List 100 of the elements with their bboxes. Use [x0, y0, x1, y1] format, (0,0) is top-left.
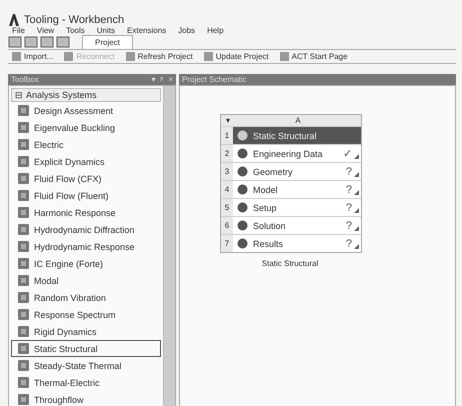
toolbox-item[interactable]: Fluid Flow (Fluent) — [11, 187, 161, 204]
cell-icon — [237, 202, 248, 213]
toolbox-item[interactable]: Hydrodynamic Response — [11, 238, 161, 255]
toolbar-icon — [11, 51, 22, 62]
collapse-toggle[interactable]: ⊟ — [15, 90, 23, 100]
row-number: 2 — [224, 148, 230, 160]
status-mark: ? — [346, 238, 352, 250]
menu-item[interactable]: Extensions — [127, 26, 166, 35]
caret-icon[interactable]: ▾ — [221, 116, 235, 125]
system-icon — [18, 156, 29, 167]
group-label: Analysis Systems — [26, 90, 97, 100]
panel-title: Project Schematic — [182, 75, 246, 84]
system-icon — [18, 309, 29, 320]
toolbar-button[interactable]: ACT Start Page — [276, 50, 351, 63]
cell-icon — [237, 238, 248, 249]
menu-item[interactable]: Tools — [66, 26, 85, 35]
toolbox-item[interactable]: Design Assessment — [11, 102, 161, 119]
system-cell[interactable]: Static Structural — [233, 127, 361, 144]
system-icon — [18, 139, 29, 150]
toolbox-item[interactable]: Thermal-Electric — [11, 374, 161, 391]
system-icon — [18, 326, 29, 337]
row-number: 5 — [224, 202, 230, 214]
toolbar-icon[interactable] — [8, 35, 22, 49]
panel-title: Toolbox — [11, 75, 39, 84]
toolbar-icon — [63, 51, 74, 62]
menu-item[interactable]: Units — [96, 26, 116, 35]
menu-item[interactable]: View — [36, 26, 54, 35]
toolbox-item[interactable]: Rigid Dynamics — [11, 323, 161, 340]
toolbox-item[interactable]: Harmonic Response — [11, 204, 161, 221]
toolbox-item[interactable]: Response Spectrum — [11, 306, 161, 323]
toolbar-button[interactable]: Import... — [8, 50, 56, 63]
toolbox-item[interactable]: Hydrodynamic Diffraction — [11, 221, 161, 238]
system-name: Static Structural — [260, 259, 320, 268]
toolbar-icon — [202, 51, 214, 62]
toolbox-item[interactable]: Throughflow — [11, 391, 161, 406]
row-number: 4 — [224, 184, 230, 196]
system-icon — [18, 207, 29, 218]
system-icon — [18, 224, 29, 235]
logo-icon — [8, 14, 20, 26]
cell-icon — [237, 166, 248, 177]
system-cell[interactable]: Setup ? — [233, 199, 361, 216]
window-title: Tooling - Workbench — [24, 14, 124, 26]
system-icon — [18, 122, 29, 133]
toolbox-item[interactable]: Static Structural — [11, 340, 161, 357]
toolbox-item[interactable]: IC Engine (Forte) — [11, 255, 161, 272]
status-mark: ? — [346, 220, 352, 232]
toolbar-icon[interactable] — [24, 35, 38, 49]
system-cell[interactable]: Engineering Data ✓ — [233, 145, 361, 162]
scrollbar[interactable] — [163, 86, 175, 406]
menu-item[interactable]: Help — [207, 26, 224, 35]
status-mark: ? — [346, 184, 352, 196]
system-cell[interactable]: Results ? — [233, 235, 361, 252]
toolbox-item[interactable]: Explicit Dynamics — [11, 153, 161, 170]
cell-icon — [237, 148, 248, 159]
system-icon — [18, 292, 29, 303]
column-label: A — [294, 116, 302, 125]
system-icon — [18, 343, 29, 354]
project-tab[interactable]: Project — [82, 35, 133, 49]
toolbox-item[interactable]: Electric — [11, 136, 161, 153]
status-mark: ? — [346, 166, 352, 178]
corner-icon — [354, 244, 359, 249]
system-icon — [18, 275, 29, 286]
system-icon — [18, 241, 29, 252]
toolbox-item[interactable]: Fluid Flow (CFX) — [11, 170, 161, 187]
toolbox-item[interactable]: Eigenvalue Buckling — [11, 119, 161, 136]
system-icon — [18, 173, 29, 184]
menu-item[interactable]: Jobs — [178, 26, 196, 35]
toolbar-icon — [278, 51, 290, 62]
row-number: 1 — [224, 130, 230, 142]
row-number: 6 — [224, 220, 230, 232]
row-number: 3 — [224, 166, 230, 178]
status-mark: ✓ — [343, 147, 352, 160]
cell-icon — [237, 130, 248, 141]
corner-icon — [354, 154, 359, 159]
toolbox-item[interactable]: Modal — [11, 272, 161, 289]
row-number: 7 — [224, 238, 230, 250]
corner-icon — [354, 172, 359, 177]
system-cell[interactable]: Solution ? — [233, 217, 361, 234]
menu-item[interactable]: File — [12, 26, 25, 35]
corner-icon — [354, 226, 359, 231]
system-icon — [18, 105, 29, 116]
toolbar-icon[interactable] — [56, 35, 70, 49]
status-mark: ? — [346, 202, 352, 214]
corner-icon — [354, 208, 359, 213]
system-icon — [18, 190, 29, 201]
toolbar-button[interactable]: Refresh Project — [122, 50, 196, 63]
toolbox-item[interactable]: Steady-State Thermal — [11, 357, 161, 374]
system-icon — [18, 258, 29, 269]
cell-icon — [237, 184, 248, 195]
system-icon — [18, 377, 29, 388]
system-icon — [18, 360, 29, 371]
system-cell[interactable]: Geometry ? — [233, 163, 361, 180]
toolbar-icon — [124, 51, 136, 62]
cell-icon — [237, 220, 248, 231]
group-header[interactable]: ⊟ Analysis Systems — [11, 88, 161, 102]
system-cell[interactable]: Model ? — [233, 181, 361, 198]
toolbar-icon[interactable] — [40, 35, 54, 49]
corner-icon — [354, 190, 359, 195]
toolbar-button[interactable]: Update Project — [200, 50, 272, 63]
toolbox-item[interactable]: Random Vibration — [11, 289, 161, 306]
